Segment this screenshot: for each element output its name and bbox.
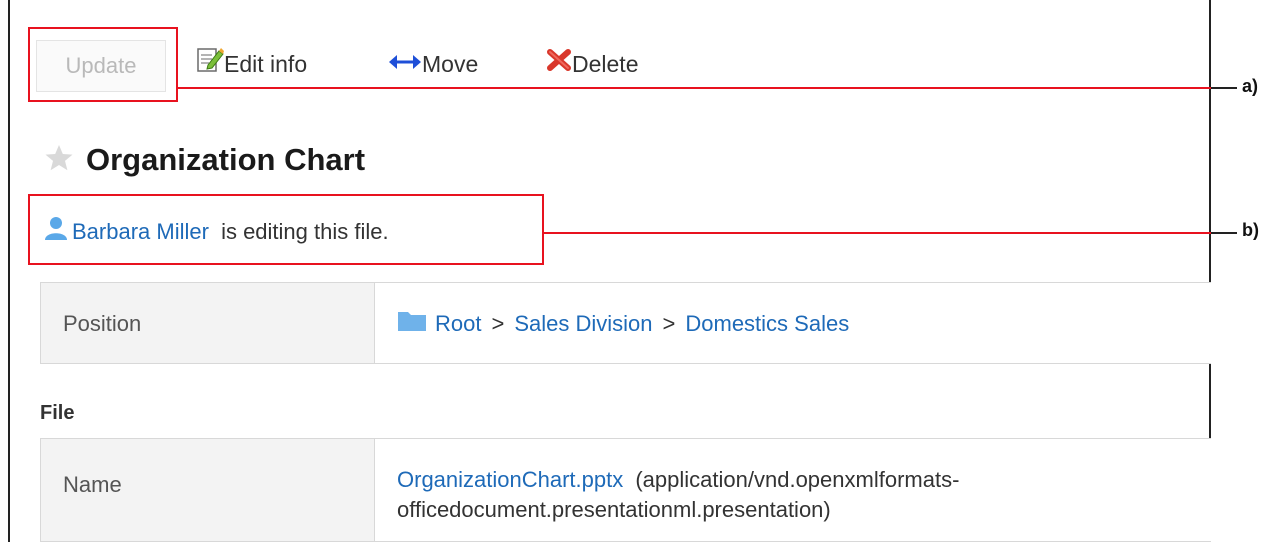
page-title: Organization Chart [86,142,366,177]
file-mime-line1: (application/vnd.openxmlformats- [635,467,960,492]
annotation-line-b [544,232,1211,234]
breadcrumb-domestics-sales-link[interactable]: Domestics Sales [685,311,849,336]
breadcrumb-separator: > [662,311,676,336]
annotation-line-a [178,87,1211,89]
annotation-leader-a [1211,87,1237,89]
folder-icon [397,284,427,366]
title-row: Organization Chart [44,142,365,186]
double-arrow-icon [388,46,422,82]
edit-info-button[interactable]: Edit info [196,44,307,80]
breadcrumb-root-link[interactable]: Root [435,311,481,336]
position-breadcrumb: Root > Sales Division > Domestics Sales [374,282,1211,364]
red-x-icon [546,46,572,82]
annotation-box-a [28,27,178,102]
breadcrumb-sales-division-link[interactable]: Sales Division [514,311,652,336]
name-label: Name [40,438,375,542]
file-mime-line2: officedocument.presentationml.presentati… [397,497,831,522]
file-section-heading: File [40,402,75,424]
delete-label: Delete [572,50,639,77]
edit-pencil-icon [196,45,224,83]
move-label: Move [422,50,479,77]
breadcrumb-separator: > [491,311,505,336]
position-label: Position [40,282,375,364]
annotation-leader-b [1211,232,1237,234]
file-name-link[interactable]: OrganizationChart.pptx [397,467,623,492]
edit-info-label: Edit info [224,50,308,77]
annotation-label-b: b) [1242,220,1259,240]
star-icon[interactable] [44,143,74,178]
move-button[interactable]: Move [388,44,478,80]
delete-button[interactable]: Delete [546,44,638,80]
file-name-cell: OrganizationChart.pptx (application/vnd.… [374,438,1211,542]
annotation-label-a: a) [1242,76,1259,96]
annotation-box-b [28,194,544,265]
